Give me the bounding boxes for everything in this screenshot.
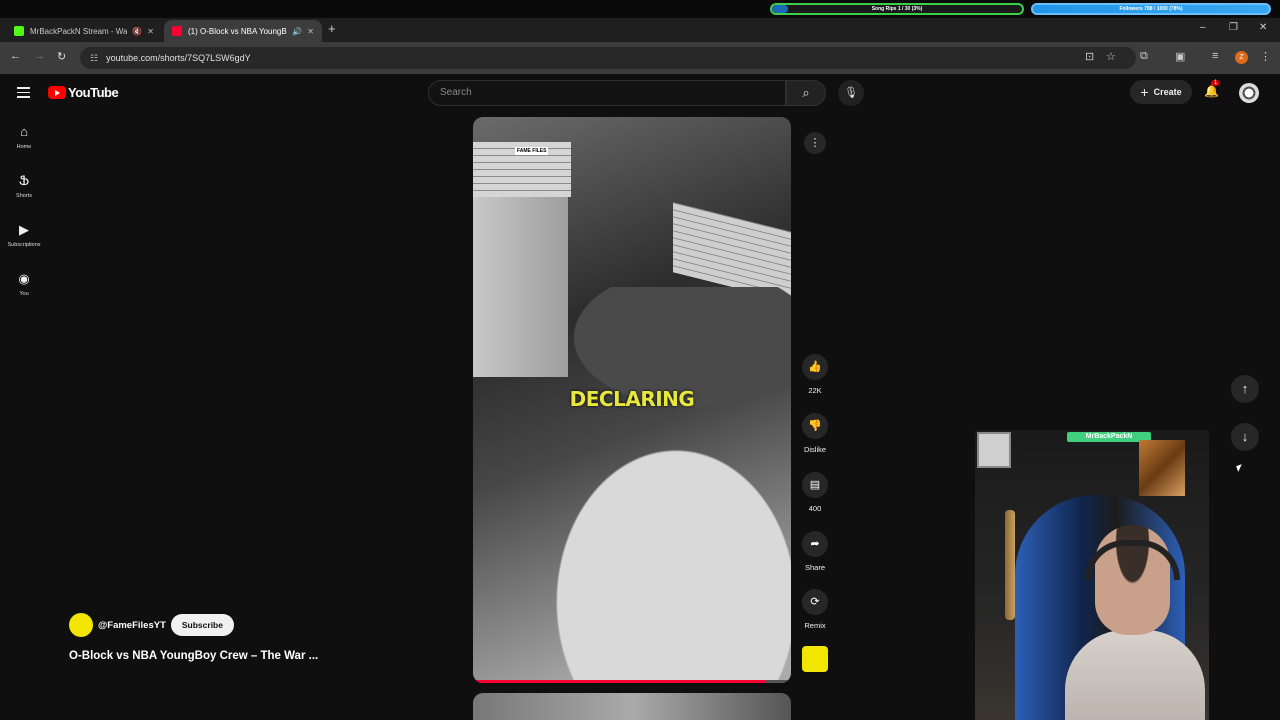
youtube-sidebar: ⌂ Home Ֆ Shorts ▶ Subscriptions ◉ You: [0, 112, 48, 308]
follower-goal-bar: Followers 788 / 1000 (78%): [1031, 3, 1271, 15]
kick-favicon-icon: [14, 26, 24, 36]
next-short-button[interactable]: ↓: [1231, 423, 1259, 451]
channel-avatar[interactable]: [69, 613, 93, 637]
youtube-play-icon: [48, 86, 66, 99]
share-button[interactable]: ➦ Share: [800, 531, 830, 572]
browser-toolbar: ← → ↻ ☷ youtube.com/shorts/7SQ7LSW6gdY ⊡…: [0, 42, 1280, 74]
extensions-icon[interactable]: ⧉: [1140, 50, 1148, 63]
back-icon[interactable]: ←: [10, 50, 21, 62]
voice-search-icon[interactable]: 🎙: [838, 80, 864, 106]
you-icon: ◉: [18, 271, 30, 286]
follower-goal-label: Followers 788 / 1000 (78%): [1119, 6, 1183, 12]
dislike-label: Dislike: [803, 445, 827, 454]
like-button[interactable]: 👍 22K: [800, 354, 830, 395]
sidebar-item-label: Shorts: [16, 193, 32, 199]
profile-avatar[interactable]: Z: [1235, 51, 1248, 64]
remix-icon: ⟳: [802, 589, 828, 615]
new-tab-icon[interactable]: +: [328, 22, 336, 36]
share-label: Share: [804, 563, 825, 572]
remix-label: Remix: [804, 621, 826, 630]
sidebar-item-label: Home: [16, 144, 32, 150]
channel-row: @FameFilesYT Subscribe: [69, 613, 234, 637]
address-bar[interactable]: ☷ youtube.com/shorts/7SQ7LSW6gdY: [80, 47, 1136, 69]
subscribe-button[interactable]: Subscribe: [170, 614, 234, 636]
mouse-cursor-icon: [1236, 464, 1244, 472]
reload-icon[interactable]: ↻: [57, 50, 66, 63]
wall-picture: [977, 432, 1011, 468]
account-avatar[interactable]: [1239, 83, 1259, 103]
sidebar-item-you[interactable]: ◉ You: [0, 259, 48, 308]
streamer-body: [1065, 630, 1205, 720]
video-title[interactable]: O-Block vs NBA YoungBoy Crew – The War .…: [69, 650, 318, 662]
next-short-preview[interactable]: [473, 693, 791, 720]
sidebar-item-home[interactable]: ⌂ Home: [0, 112, 48, 161]
notification-badge: 1: [1211, 80, 1221, 86]
like-count: 22K: [808, 386, 822, 395]
shorts-icon: Ֆ: [18, 173, 30, 188]
audio-playing-icon[interactable]: 🔊: [292, 27, 302, 36]
close-tab-icon[interactable]: ✕: [307, 27, 314, 36]
thumbs-up-icon: 👍: [802, 354, 828, 380]
tiger-poster: [1139, 440, 1185, 496]
shorts-video-player[interactable]: FAME FILES DECLARING: [473, 117, 791, 683]
forward-icon[interactable]: →: [34, 50, 45, 62]
streamer-webcam: MrBackPackN: [975, 430, 1209, 720]
video-progress-fill: [473, 680, 766, 683]
media-controls-icon[interactable]: ≡: [1212, 50, 1218, 62]
site-info-icon[interactable]: ☷: [90, 53, 98, 64]
search-icon[interactable]: ⌕: [786, 80, 826, 106]
youtube-favicon-icon: [172, 26, 182, 36]
stream-overlay-strip: Song Rips 1 / 30 (3%) Followers 788 / 10…: [0, 0, 1280, 18]
home-icon: ⌂: [20, 124, 28, 139]
wooden-bat: [1005, 510, 1015, 620]
search-input[interactable]: Search: [428, 80, 786, 106]
sidebar-item-shorts[interactable]: Ֆ Shorts: [0, 161, 48, 210]
mute-tab-icon[interactable]: 🔇: [132, 27, 142, 36]
create-button[interactable]: + Create: [1130, 80, 1192, 104]
song-goal-label: Song Rips 1 / 30 (3%): [871, 6, 923, 12]
share-icon: ➦: [802, 531, 828, 557]
dislike-button[interactable]: 👎 Dislike: [800, 413, 830, 454]
more-options-icon[interactable]: ⋮: [804, 132, 826, 154]
youtube-header: YouTube Search ⌕ 🎙 + Create 🔔 1: [0, 74, 1280, 112]
sidebar-item-subscriptions[interactable]: ▶ Subscriptions: [0, 210, 48, 259]
plus-icon: +: [1140, 84, 1149, 100]
channel-thumbnail-button[interactable]: [802, 646, 828, 672]
thumbs-down-icon: 👎: [802, 413, 828, 439]
remix-button[interactable]: ⟳ Remix: [800, 589, 830, 630]
song-goal-bar: Song Rips 1 / 30 (3%): [770, 3, 1024, 15]
url-text: youtube.com/shorts/7SQ7LSW6gdY: [106, 53, 251, 63]
video-watermark: FAME FILES: [515, 147, 549, 155]
restore-icon[interactable]: ❐: [1229, 22, 1238, 33]
youtube-logo-text: YouTube: [68, 85, 119, 100]
browser-tab-bar: MrBackPackN Stream - Wa 🔇 ✕ (1) O-Block …: [0, 18, 1280, 42]
tab-title: (1) O-Block vs NBA YoungB: [188, 26, 287, 36]
video-caption: DECLARING: [569, 387, 695, 411]
comment-count: 400: [808, 504, 822, 513]
sidebar-item-label: You: [19, 291, 29, 297]
create-label: Create: [1153, 87, 1182, 97]
video-progress-bar[interactable]: [473, 680, 791, 683]
channel-name[interactable]: @FameFilesYT: [98, 620, 166, 631]
browser-menu-icon[interactable]: ⋮: [1260, 50, 1271, 63]
video-subject: [533, 287, 791, 683]
notifications-icon[interactable]: 🔔 1: [1204, 80, 1221, 98]
subscriptions-icon: ▶: [19, 222, 29, 237]
comments-button[interactable]: ▤ 400: [800, 472, 830, 513]
tab-youtube-short[interactable]: (1) O-Block vs NBA YoungB 🔊 ✕: [164, 20, 322, 42]
close-tab-icon[interactable]: ✕: [147, 27, 154, 36]
bookmark-star-icon[interactable]: ☆: [1106, 50, 1116, 63]
sidepanel-icon[interactable]: ▣: [1175, 50, 1185, 63]
tab-kick-stream[interactable]: MrBackPackN Stream - Wa 🔇 ✕: [6, 20, 162, 42]
install-app-icon[interactable]: ⊡: [1085, 50, 1094, 63]
menu-icon[interactable]: [17, 87, 30, 101]
youtube-logo[interactable]: YouTube: [48, 85, 119, 100]
tab-title: MrBackPackN Stream - Wa: [30, 26, 128, 36]
comment-icon: ▤: [802, 472, 828, 498]
window-close-icon[interactable]: ✕: [1259, 22, 1267, 33]
previous-short-button[interactable]: ↑: [1231, 375, 1259, 403]
sidebar-item-label: Subscriptions: [7, 242, 41, 248]
minimize-icon[interactable]: –: [1200, 22, 1206, 33]
